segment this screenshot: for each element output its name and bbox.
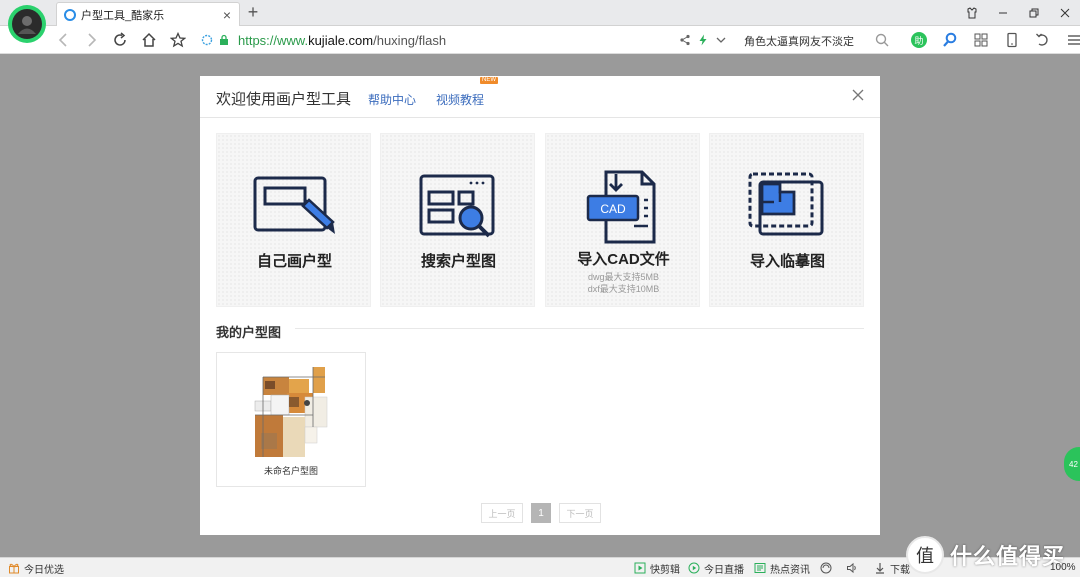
draw-floorplan-icon [253, 176, 335, 234]
section-divider [295, 328, 864, 329]
menu-button[interactable] [1063, 30, 1080, 50]
quick-edit-label: 快剪辑 [650, 564, 680, 576]
floorplan-item[interactable]: 未命名户型图 [216, 352, 366, 487]
card-sub-dxf: dxf最大支持10MB [587, 284, 660, 294]
import-trace-icon [748, 172, 824, 236]
speaker-status-icon[interactable] [846, 561, 862, 575]
url-host: kujiale.com [308, 32, 374, 48]
card-label: 自己画户型 [256, 253, 332, 270]
bookmark-star-icon[interactable] [168, 30, 188, 50]
floorplan-name: 未命名户型图 [263, 466, 318, 476]
quick-edit-item[interactable]: 快剪辑 [634, 561, 680, 576]
browser-status-icon[interactable] [820, 561, 836, 575]
card-label: 搜索户型图 [420, 253, 496, 270]
video-tutorial-link[interactable]: 视频教程 [436, 91, 484, 108]
daily-picks-label: 今日优选 [24, 564, 64, 576]
cad-badge-text: CAD [600, 202, 626, 216]
assistant-button[interactable]: 助 [908, 30, 930, 50]
floorplan-thumbnail [254, 367, 328, 457]
dialog-title: 欢迎使用画户型工具 [216, 91, 352, 108]
floorplan-tool-dialog: 欢迎使用画户型工具 帮助中心 视频教程 NEW 自己画户型 搜索户型图 CAD … [200, 76, 880, 535]
site-info-icon[interactable] [200, 33, 214, 47]
hot-news-item[interactable]: 热点资讯 [754, 561, 810, 576]
back-icon[interactable] [54, 30, 74, 50]
my-floorplans-title: 我的户型图 [216, 325, 282, 340]
gift-icon [9, 563, 19, 574]
assistant-icon: 助 [911, 32, 927, 48]
zoom-level[interactable]: 100% [1050, 562, 1076, 573]
new-badge: NEW [480, 77, 498, 84]
skin-icon[interactable] [956, 0, 987, 26]
restore-icon[interactable] [1018, 0, 1049, 26]
lock-icon [217, 33, 231, 47]
help-center-link[interactable]: 帮助中心 [368, 91, 416, 108]
tab-close-icon[interactable]: × [220, 7, 234, 23]
play-icon [634, 562, 646, 574]
new-tab-icon[interactable]: + [244, 3, 262, 21]
undo-button[interactable] [1032, 30, 1054, 50]
extensions-button[interactable] [970, 30, 992, 50]
card-sub-dwg: dwg最大支持5MB [587, 272, 660, 282]
current-page-number[interactable]: 1 [531, 503, 551, 523]
lightning-icon[interactable] [694, 30, 712, 50]
address-bar-actions [676, 30, 730, 50]
kujiale-favicon-icon [64, 8, 76, 21]
url-scheme: https://www. [238, 32, 309, 48]
url-text: https://www.kujiale.com/huxing/flash [238, 33, 446, 48]
browser-logo-icon [820, 562, 832, 574]
search-icon[interactable] [874, 32, 890, 48]
user-avatar[interactable] [8, 5, 46, 43]
tab-title: 户型工具_酷家乐 [81, 9, 165, 22]
home-icon[interactable] [139, 30, 159, 50]
draw-floorplan-card[interactable]: 自己画户型 [216, 133, 371, 307]
refresh-icon[interactable] [110, 30, 130, 50]
hot-news-label: 热点资讯 [770, 564, 810, 576]
next-page-button[interactable]: 下一页 [559, 503, 601, 523]
reading-mode-button[interactable] [1001, 30, 1023, 50]
speaker-icon [847, 562, 856, 574]
search-floorplan-icon [419, 174, 495, 238]
share-icon[interactable] [676, 30, 694, 50]
side-float-widget[interactable]: 42 [1064, 447, 1080, 481]
undo-icon [1036, 33, 1048, 46]
forward-icon[interactable] [81, 30, 101, 50]
import-cad-card[interactable]: CAD 导入CAD文件 dwg最大支持5MB dxf最大支持10MB [545, 133, 700, 307]
close-window-icon[interactable] [1049, 0, 1080, 26]
download-icon [876, 563, 884, 574]
search-suggestion[interactable]: 角色太逼真网友不淡定 [744, 33, 854, 49]
tab-bar: 户型工具_酷家乐 × + [0, 0, 1080, 26]
news-icon [754, 563, 766, 573]
watermark-text: 什么值得买 [950, 543, 1066, 569]
daily-picks[interactable]: 今日优选 [8, 561, 64, 576]
live-today-label: 今日直播 [704, 564, 744, 576]
navigation-bar: https://www.kujiale.com/huxing/flash 角色太… [0, 26, 1080, 54]
dialog-header: 欢迎使用画户型工具 帮助中心 视频教程 NEW [200, 76, 880, 118]
live-icon [688, 562, 700, 574]
window-controls [956, 0, 1080, 26]
live-today-item[interactable]: 今日直播 [688, 561, 744, 576]
card-label: 导入CAD文件 [577, 251, 670, 268]
prev-page-button[interactable]: 上一页 [481, 503, 523, 523]
apps-grid-icon [974, 33, 988, 47]
dialog-close-icon[interactable] [852, 89, 866, 103]
browser-tab[interactable]: 户型工具_酷家乐 × [56, 2, 240, 26]
magnifier-button[interactable] [939, 30, 961, 50]
download-item[interactable]: 下载 [874, 561, 910, 576]
watermark-logo: 值 [906, 535, 944, 574]
tablet-icon [1007, 32, 1017, 48]
url-path: /huxing/flash [373, 32, 447, 48]
avatar-image [12, 9, 42, 39]
minimize-icon[interactable] [987, 0, 1018, 26]
card-label: 导入临摹图 [749, 253, 825, 270]
toolbar-icons: 助 [908, 30, 1080, 50]
menu-icon [1068, 35, 1080, 45]
magnifier-icon [943, 32, 957, 47]
search-floorplan-card[interactable]: 搜索户型图 [380, 133, 535, 307]
chevron-down-icon[interactable] [712, 30, 730, 50]
import-trace-card[interactable]: 导入临摹图 [709, 133, 864, 307]
import-cad-icon: CAD [586, 170, 656, 244]
